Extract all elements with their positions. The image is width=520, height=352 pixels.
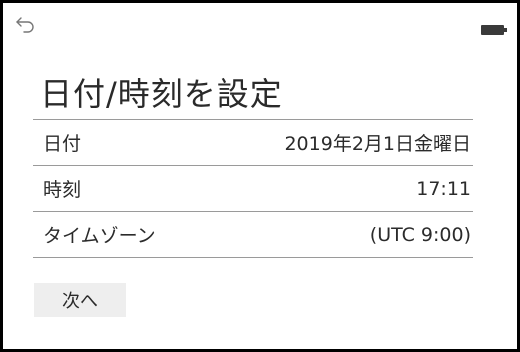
date-row[interactable]: 日付 2019年2月1日金曜日 — [33, 120, 473, 166]
timezone-value: (UTC 9:00) — [369, 223, 471, 246]
timezone-row[interactable]: タイムゾーン (UTC 9:00) — [33, 212, 473, 258]
time-value: 17:11 — [416, 177, 471, 200]
device-screen: 日付/時刻を設定 日付 2019年2月1日金曜日 時刻 17:11 タイムゾーン… — [0, 0, 520, 352]
date-label: 日付 — [43, 133, 82, 155]
back-arrow-icon[interactable] — [15, 14, 37, 34]
time-label: 時刻 — [43, 179, 82, 201]
settings-list: 日付 2019年2月1日金曜日 時刻 17:11 タイムゾーン (UTC 9:0… — [33, 119, 473, 258]
page-title: 日付/時刻を設定 — [40, 75, 283, 113]
date-value: 2019年2月1日金曜日 — [284, 133, 471, 155]
battery-icon — [481, 20, 507, 35]
timezone-label: タイムゾーン — [43, 225, 156, 247]
next-button[interactable]: 次へ — [34, 283, 126, 317]
time-row[interactable]: 時刻 17:11 — [33, 166, 473, 212]
